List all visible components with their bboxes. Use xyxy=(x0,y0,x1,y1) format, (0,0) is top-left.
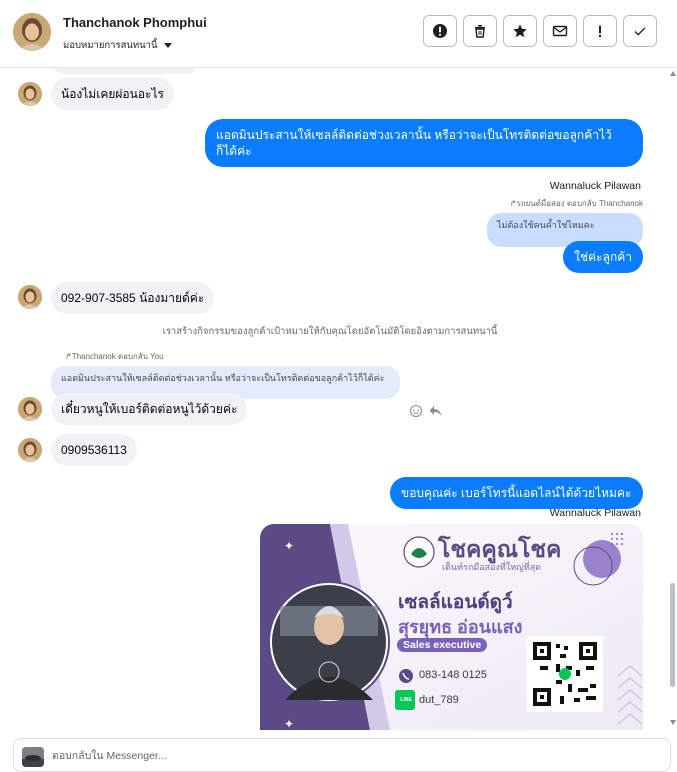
reply-input[interactable] xyxy=(52,745,652,767)
contact-name: Thanchanok Phomphui xyxy=(63,15,207,30)
reply-info: ↱Thanchanok ตอบกลับ You xyxy=(65,352,164,361)
mail-button[interactable] xyxy=(543,15,577,47)
card-role: Sales executive xyxy=(397,638,488,652)
assign-label: มอบหมายการสนทนานี้ xyxy=(63,40,158,51)
check-icon xyxy=(634,27,646,36)
contact-avatar-small xyxy=(18,82,42,106)
line-icon: LINE xyxy=(400,697,412,703)
system-notice: เราสร้างกิจกรรมของลูกค้าเป้าหมายให้กับคุ… xyxy=(162,326,498,337)
scroll-down-icon[interactable] xyxy=(670,720,676,725)
reply-info: ↱รถยนต์มือสอง ตอบกลับ Thanchanok xyxy=(509,199,643,208)
scrollbar-thumb[interactable] xyxy=(670,583,675,687)
outgoing-message[interactable]: ใช่ค่ะลูกค้า xyxy=(563,241,643,273)
react-icon[interactable] xyxy=(409,404,423,418)
conversation-header: Thanchanok Phomphui มอบหมายการสนทนานี้ xyxy=(0,0,677,68)
contact-avatar-small xyxy=(18,397,42,421)
mark-spam-button[interactable] xyxy=(583,15,617,47)
incoming-message[interactable]: น้องไม่เคยผ่อนอะไร xyxy=(51,78,174,110)
outgoing-message[interactable]: ขอบคุณค่ะ เบอร์โทรนี้แอดไลน์ได้ด้วยไหมคะ xyxy=(390,477,643,509)
svg-text:✦: ✦ xyxy=(284,539,294,553)
message-thread[interactable]: น้องไม่เคยผ่อนอะไร แอดมินประสานให้เซลล์ต… xyxy=(0,68,677,730)
previous-message-bubble xyxy=(51,68,199,74)
mark-done-button[interactable] xyxy=(623,15,657,47)
trash-icon xyxy=(475,25,485,38)
messenger-conversation: Thanchanok Phomphui มอบหมายการสนทนานี้ น… xyxy=(0,0,677,772)
alert-button[interactable] xyxy=(423,15,457,47)
assign-conversation-dropdown[interactable]: มอบหมายการสนทนานี้ xyxy=(63,38,172,53)
incoming-message[interactable]: 092-907-3585 น้องมายด์ค่ะ xyxy=(51,282,215,314)
outgoing-message[interactable]: แอดมินประสานให้เซลล์ติดต่อช่วงเวลานั้น ห… xyxy=(205,119,643,167)
star-button[interactable] xyxy=(503,15,537,47)
delete-button[interactable] xyxy=(463,15,497,47)
page-avatar xyxy=(22,747,44,767)
card-line-id: dut_789 xyxy=(419,694,459,706)
star-icon xyxy=(513,24,527,38)
contact-avatar[interactable] xyxy=(13,13,51,51)
sender-name: Wannaluck Pilawan xyxy=(549,180,641,192)
exclamation-icon xyxy=(598,25,602,38)
contact-avatar-small xyxy=(18,438,42,462)
svg-text:✦: ✦ xyxy=(284,717,294,730)
business-card-image[interactable]: ✦ ✦ โชคคูณโชค เต็นท์รถมือสองที่ใหญ่ที่สุ… xyxy=(260,524,643,730)
reply-composer xyxy=(13,738,671,772)
caret-down-icon xyxy=(163,43,172,48)
incoming-message[interactable]: เดี๋ยวหนูให้เบอร์ติดต่อหนูไว้ด้วยค่ะ xyxy=(51,393,248,425)
scrollbar[interactable] xyxy=(668,68,677,730)
incoming-message[interactable]: 0909536113 xyxy=(51,434,137,466)
exclamation-circle-icon xyxy=(433,24,447,38)
card-person-name: สุรยุทธ อ่อนแสง xyxy=(398,617,523,637)
scroll-up-icon[interactable] xyxy=(670,71,676,76)
mail-icon xyxy=(552,25,568,37)
sender-name: Wannaluck Pilawan xyxy=(549,507,641,519)
contact-avatar-small xyxy=(18,285,42,309)
header-actions xyxy=(423,15,657,47)
card-tagline: เต็นท์รถมือสองที่ใหญ่ที่สุด xyxy=(442,562,542,572)
card-phone: 083-148 0125 xyxy=(419,669,487,681)
reply-icon[interactable] xyxy=(428,404,443,418)
